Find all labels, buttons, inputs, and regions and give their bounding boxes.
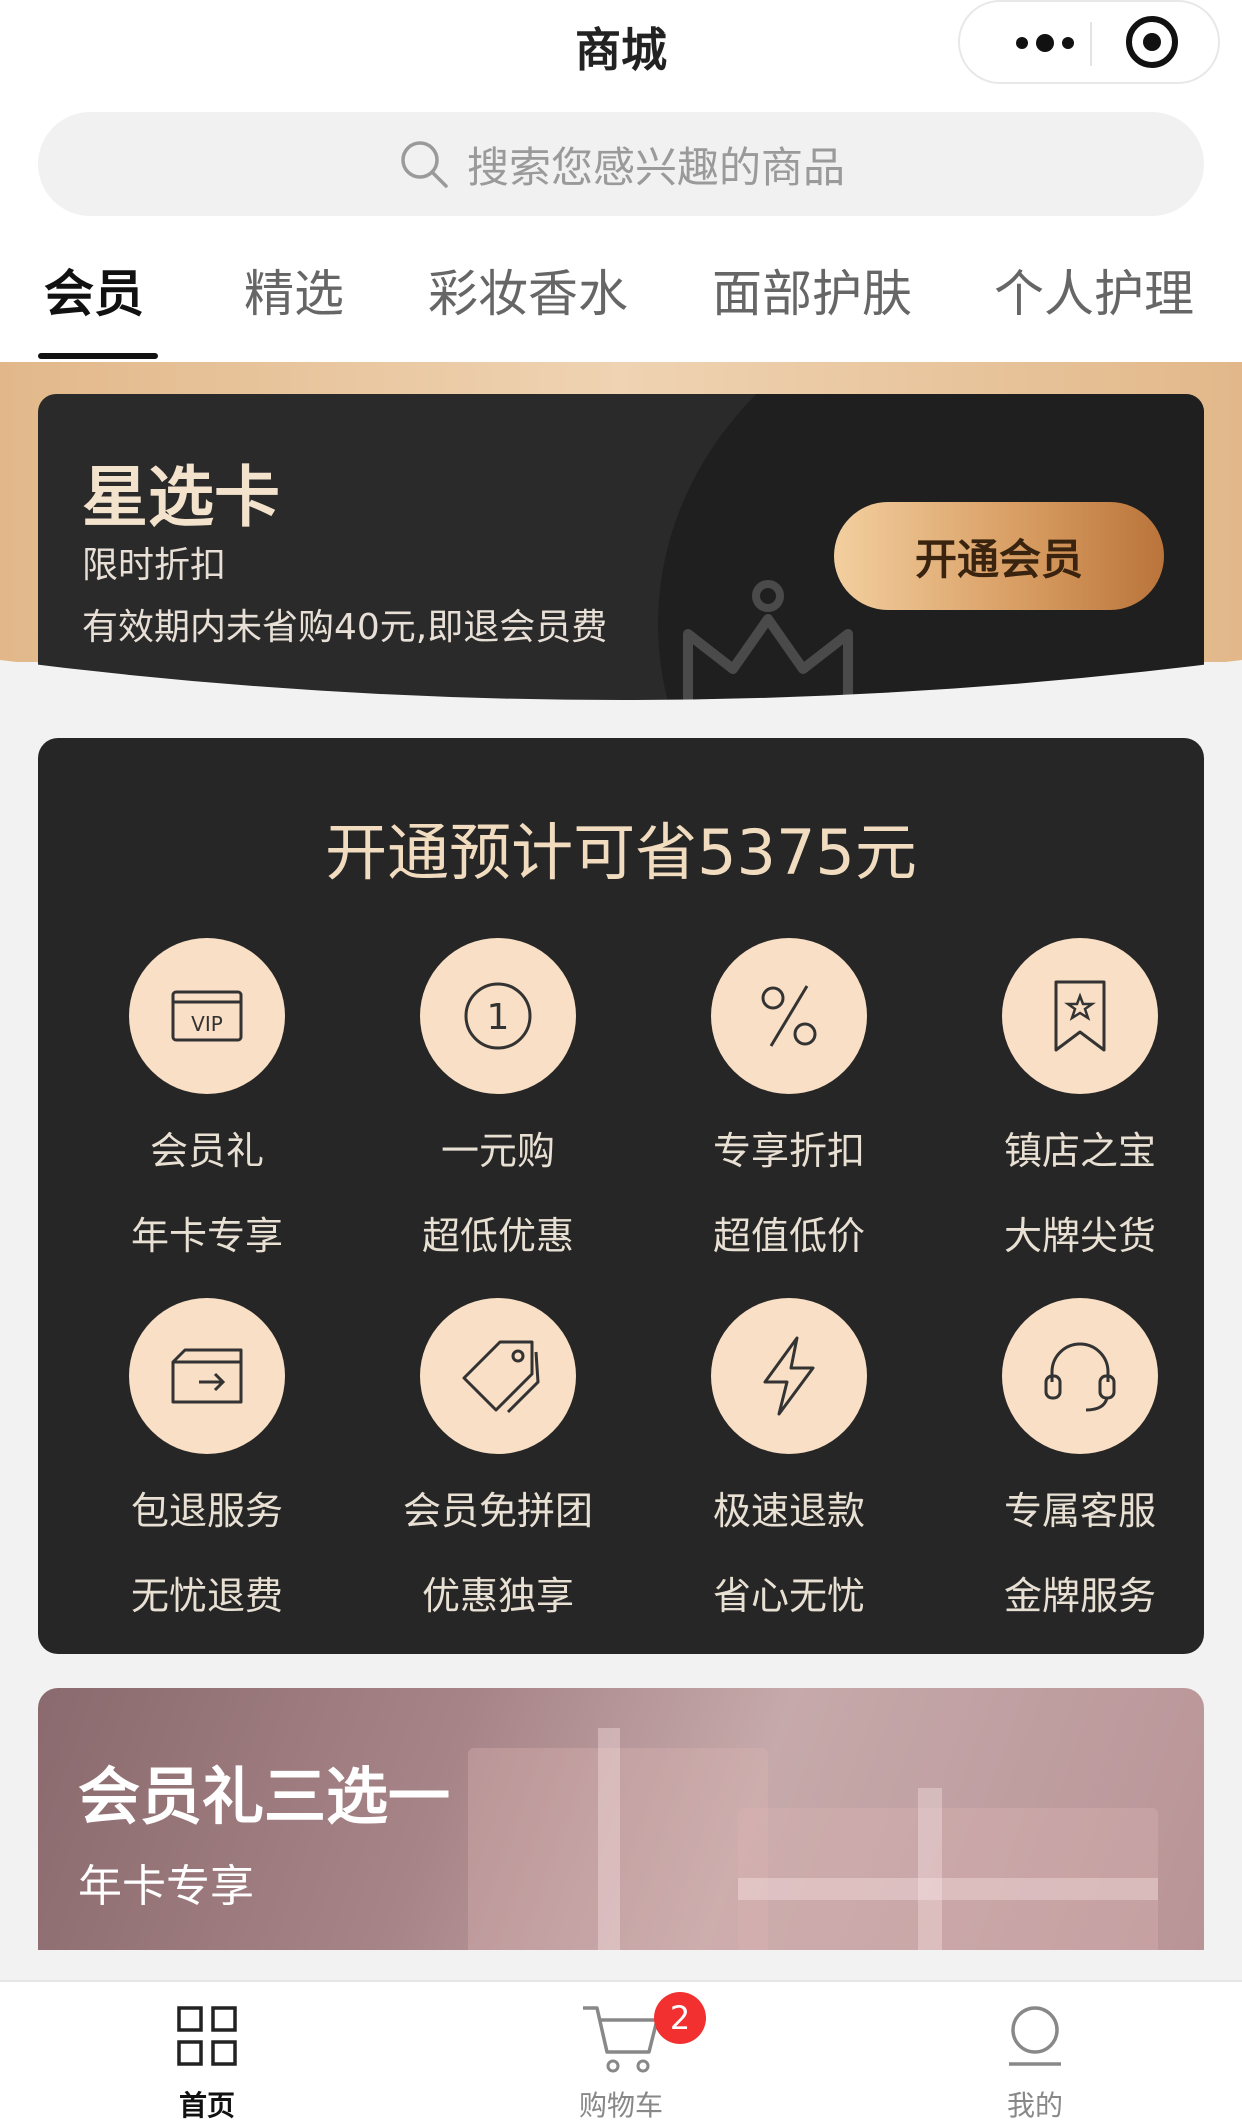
benefit-desc: 无忧退费 [130,1574,283,1618]
active-tab-indicator [38,353,158,359]
tab-member[interactable]: 会员 [44,254,144,326]
search-placeholder: 搜索您感兴趣的商品 [466,142,845,192]
benefits-panel: 开通预计可省5375元 VIP 会员礼 年卡专享 1 一元购 超低优惠 专享折扣… [38,738,1204,1654]
benefit-name: 专属客服 [1003,1489,1156,1533]
capsule-divider [1090,22,1092,66]
benefit-desc: 金牌服务 [1003,1574,1156,1618]
tabbar-profile[interactable]: 我的 [828,1982,1242,2128]
close-target-icon[interactable] [1126,16,1178,68]
nav-bar: 商城 [0,0,1242,92]
tab-makeup-perfume[interactable]: 彩妆香水 [428,254,628,326]
benefit-desc: 超值低价 [712,1214,865,1258]
savings-title: 开通预计可省5375元 [325,816,917,889]
tabbar-home-label: 首页 [178,2089,235,2122]
vip-card-icon: VIP [171,990,243,1042]
one-yuan-icon: 1 [464,982,532,1050]
benefit-name: 极速退款 [712,1489,865,1533]
return-box-icon [171,1348,243,1404]
benefit-desc: 超低优惠 [421,1214,574,1258]
mini-program-capsule [958,0,1220,84]
benefit-name: 会员礼 [149,1129,264,1173]
price-tag-icon [462,1340,540,1414]
benefit-discount[interactable]: 专享折扣 超值低价 [644,938,934,1260]
hero-curve-divider [0,660,1242,740]
percent-icon [761,985,817,1047]
benefit-name: 专享折扣 [712,1129,865,1173]
svg-text:VIP: VIP [191,1012,223,1036]
benefit-desc: 年卡专享 [130,1214,283,1258]
svg-text:1: 1 [487,997,510,1038]
benefit-name: 一元购 [440,1129,555,1173]
benefit-name: 会员免拼团 [402,1489,593,1533]
more-icon[interactable] [1000,26,1090,60]
cart-count-badge: 2 [654,1992,706,2044]
benefit-fast-refund[interactable]: 极速退款 省心无忧 [644,1298,934,1620]
benefit-customer-service[interactable]: 专属客服 金牌服务 [935,1298,1225,1620]
category-tabs: 会员 精选 彩妆香水 面部护肤 个人护理 [0,222,1242,362]
benefit-return-service[interactable]: 包退服务 无忧退费 [62,1298,352,1620]
lightning-icon [763,1336,815,1416]
benefit-name: 镇店之宝 [1003,1129,1156,1173]
bottom-tab-bar: 首页 2 购物车 我的 [0,1980,1242,2128]
tab-face-skincare[interactable]: 面部护肤 [712,254,912,326]
headset-icon [1044,1342,1116,1412]
tabbar-profile-label: 我的 [1006,2089,1063,2122]
tabbar-cart-label: 购物车 [578,2089,663,2122]
benefit-member-gift[interactable]: VIP 会员礼 年卡专享 [62,938,352,1260]
star-card-subtitle: 限时折扣 [82,545,227,586]
open-membership-button[interactable]: 开通会员 [834,502,1164,610]
search-area: 搜索您感兴趣的商品 [0,92,1242,222]
bookmark-star-icon [1054,980,1106,1052]
tabbar-home[interactable]: 首页 [0,1982,414,2128]
gift-banner-subtitle: 年卡专享 [78,1861,254,1912]
benefit-desc: 大牌尖货 [1003,1214,1156,1258]
tabbar-cart[interactable]: 2 购物车 [414,1982,828,2128]
cart-icon [583,2006,659,2073]
search-icon [401,141,448,188]
member-gift-banner[interactable]: 会员礼三选一 年卡专享 [38,1688,1204,1950]
benefit-desc: 省心无忧 [712,1574,865,1618]
benefit-one-yuan[interactable]: 1 一元购 超低优惠 [353,938,643,1260]
benefit-name: 包退服务 [130,1489,283,1533]
benefit-treasure[interactable]: 镇店之宝 大牌尖货 [935,938,1225,1260]
profile-icon [1009,2006,1061,2066]
search-input[interactable]: 搜索您感兴趣的商品 [38,112,1204,216]
benefit-desc: 优惠独享 [421,1574,574,1618]
tab-featured[interactable]: 精选 [244,254,344,326]
star-card-title: 星选卡 [82,459,280,536]
tab-personal-care[interactable]: 个人护理 [994,254,1194,326]
benefit-no-group-buy[interactable]: 会员免拼团 优惠独享 [353,1298,643,1620]
gift-banner-title: 会员礼三选一 [78,1760,451,1833]
grid-icon [177,2006,237,2066]
